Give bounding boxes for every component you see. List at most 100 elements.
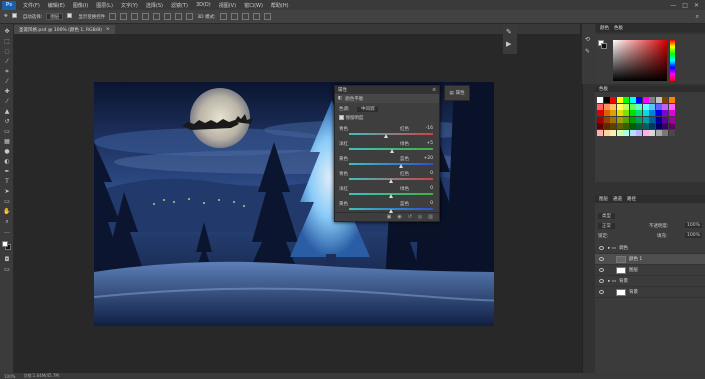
auto-select-dropdown[interactable]: 图层 [46, 13, 64, 20]
fill-value[interactable]: 100% [685, 233, 702, 238]
history-icon[interactable]: ⟲ [585, 36, 590, 43]
eraser-tool-icon[interactable]: ▭ [3, 128, 11, 135]
maximize-icon[interactable]: □ [682, 2, 688, 9]
3d-roll-icon[interactable] [230, 13, 238, 20]
layer-row[interactable]: 图层 [595, 265, 705, 276]
pen-tool-icon[interactable]: ✒ [3, 168, 11, 175]
menu-edit[interactable]: 编辑(E) [44, 2, 69, 9]
color-swatch[interactable] [662, 123, 668, 129]
tab-paths[interactable]: 路径 [627, 196, 636, 202]
color-swatch[interactable] [616, 103, 623, 110]
color-swatch[interactable] [642, 103, 649, 110]
align-right-icon[interactable] [164, 13, 172, 20]
tab-layers[interactable]: 图层 [599, 196, 608, 202]
tone-dropdown[interactable]: 中间调 [356, 107, 379, 112]
path-select-tool-icon[interactable]: ➤ [3, 188, 11, 195]
slider-value[interactable]: 0 [430, 186, 433, 191]
menu-select[interactable]: 选择(S) [142, 2, 167, 9]
color-swatch[interactable] [623, 116, 629, 123]
color-swatch[interactable] [642, 97, 649, 103]
menu-type[interactable]: 文字(Y) [117, 2, 142, 9]
color-swatch[interactable] [597, 103, 603, 110]
color-swatch[interactable] [603, 103, 610, 110]
color-swatch[interactable] [662, 116, 668, 123]
color-swatch[interactable] [649, 97, 655, 103]
align-center-icon[interactable] [153, 13, 161, 20]
color-swatch[interactable] [655, 129, 662, 136]
color-swatch[interactable] [623, 123, 629, 129]
menu-3d[interactable]: 3D(D) [192, 2, 215, 8]
brush-tool-icon[interactable]: ⁄ [3, 98, 11, 105]
color-swatch[interactable] [668, 116, 675, 123]
color-swatch[interactable] [668, 110, 675, 116]
color-swatch[interactable] [616, 110, 623, 116]
layer-row[interactable]: ▸ ▭ 背景 [595, 276, 705, 287]
layer-visibility-eye-icon[interactable] [599, 268, 604, 272]
slider-knob[interactable] [390, 149, 395, 153]
play-icon[interactable]: ▶ [506, 40, 511, 48]
clone-stamp-tool-icon[interactable]: ▲ [3, 108, 11, 115]
slider-value[interactable]: +20 [424, 156, 434, 161]
move-tool-icon[interactable]: ✥ [3, 28, 11, 35]
tab-channels[interactable]: 通道 [613, 196, 622, 202]
tab-color[interactable]: 颜色 [600, 25, 609, 31]
blend-mode-dropdown[interactable]: 正常 [598, 223, 615, 229]
menu-help[interactable]: 帮助(H) [267, 2, 293, 9]
color-swatch[interactable] [610, 97, 616, 103]
color-swatch[interactable] [623, 129, 629, 136]
layer-row[interactable]: 颜色 1 [595, 254, 705, 265]
blur-tool-icon[interactable]: ● [3, 148, 11, 155]
color-swatch[interactable] [610, 116, 616, 123]
eyedropper-tool-icon[interactable]: ⁄ [3, 78, 11, 85]
menu-image[interactable]: 图像(I) [69, 2, 92, 9]
color-swatch[interactable] [629, 97, 636, 103]
close-tab-icon[interactable]: × [106, 27, 110, 32]
color-swatch[interactable] [629, 110, 636, 116]
collapsed-properties-panel[interactable]: ▤ 属性 [444, 85, 470, 101]
panel-menu-icon[interactable]: ≡ [432, 88, 436, 93]
color-swatch[interactable] [636, 97, 642, 103]
color-swatch[interactable] [597, 116, 603, 123]
color-swatch[interactable] [623, 103, 629, 110]
layer-row[interactable]: ▸ ▭ 调色 [595, 243, 705, 254]
color-swatch[interactable] [649, 103, 655, 110]
brush-preset-icon[interactable]: ✎ [585, 48, 590, 55]
shape-tool-icon[interactable]: ▭ [3, 198, 11, 205]
color-swatch[interactable] [662, 110, 668, 116]
color-swatch[interactable] [623, 110, 629, 116]
visibility-icon[interactable]: ◎ [418, 214, 422, 220]
color-swatch[interactable] [603, 123, 610, 129]
color-balance-slider[interactable] [349, 193, 433, 198]
3d-slide-icon[interactable] [252, 13, 260, 20]
color-swatch[interactable] [623, 97, 629, 103]
gradient-tool-icon[interactable]: ▦ [3, 138, 11, 145]
history-brush-tool-icon[interactable]: ↺ [3, 118, 11, 125]
zoom-tool-icon[interactable]: ⌕ [3, 218, 11, 225]
color-swatch[interactable] [636, 110, 642, 116]
3d-scale-icon[interactable] [263, 13, 271, 20]
slider-knob[interactable] [388, 194, 393, 198]
color-swatch[interactable] [616, 97, 623, 103]
search-icon[interactable]: ⌕ [696, 13, 699, 21]
color-swatch[interactable] [610, 103, 616, 110]
opacity-value[interactable]: 100% [685, 223, 702, 228]
document-info[interactable]: 文档:1.64M/45.7M [23, 373, 58, 379]
color-swatch[interactable] [629, 116, 636, 123]
menu-layer[interactable]: 图层(L) [92, 2, 117, 9]
slider-knob[interactable] [388, 179, 393, 183]
color-swatch[interactable] [642, 116, 649, 123]
color-swatch[interactable] [649, 116, 655, 123]
slider-value[interactable]: +5 [426, 141, 433, 146]
eye-icon[interactable]: ◉ [397, 214, 401, 220]
color-swatch[interactable] [597, 110, 603, 116]
trash-icon[interactable]: ▥ [428, 214, 433, 220]
quick-mask-icon[interactable]: ◘ [3, 256, 11, 263]
quick-select-tool-icon[interactable]: ⁄ [3, 58, 11, 65]
menu-file[interactable]: 文件(F) [19, 2, 44, 9]
color-swatch[interactable] [603, 97, 610, 103]
layer-visibility-eye-icon[interactable] [599, 257, 604, 261]
hand-tool-icon[interactable]: ✋ [3, 208, 11, 215]
lasso-tool-icon[interactable]: ◌ [3, 48, 11, 55]
layer-visibility-eye-icon[interactable] [599, 290, 604, 294]
clip-icon[interactable]: ▣ [387, 214, 392, 220]
